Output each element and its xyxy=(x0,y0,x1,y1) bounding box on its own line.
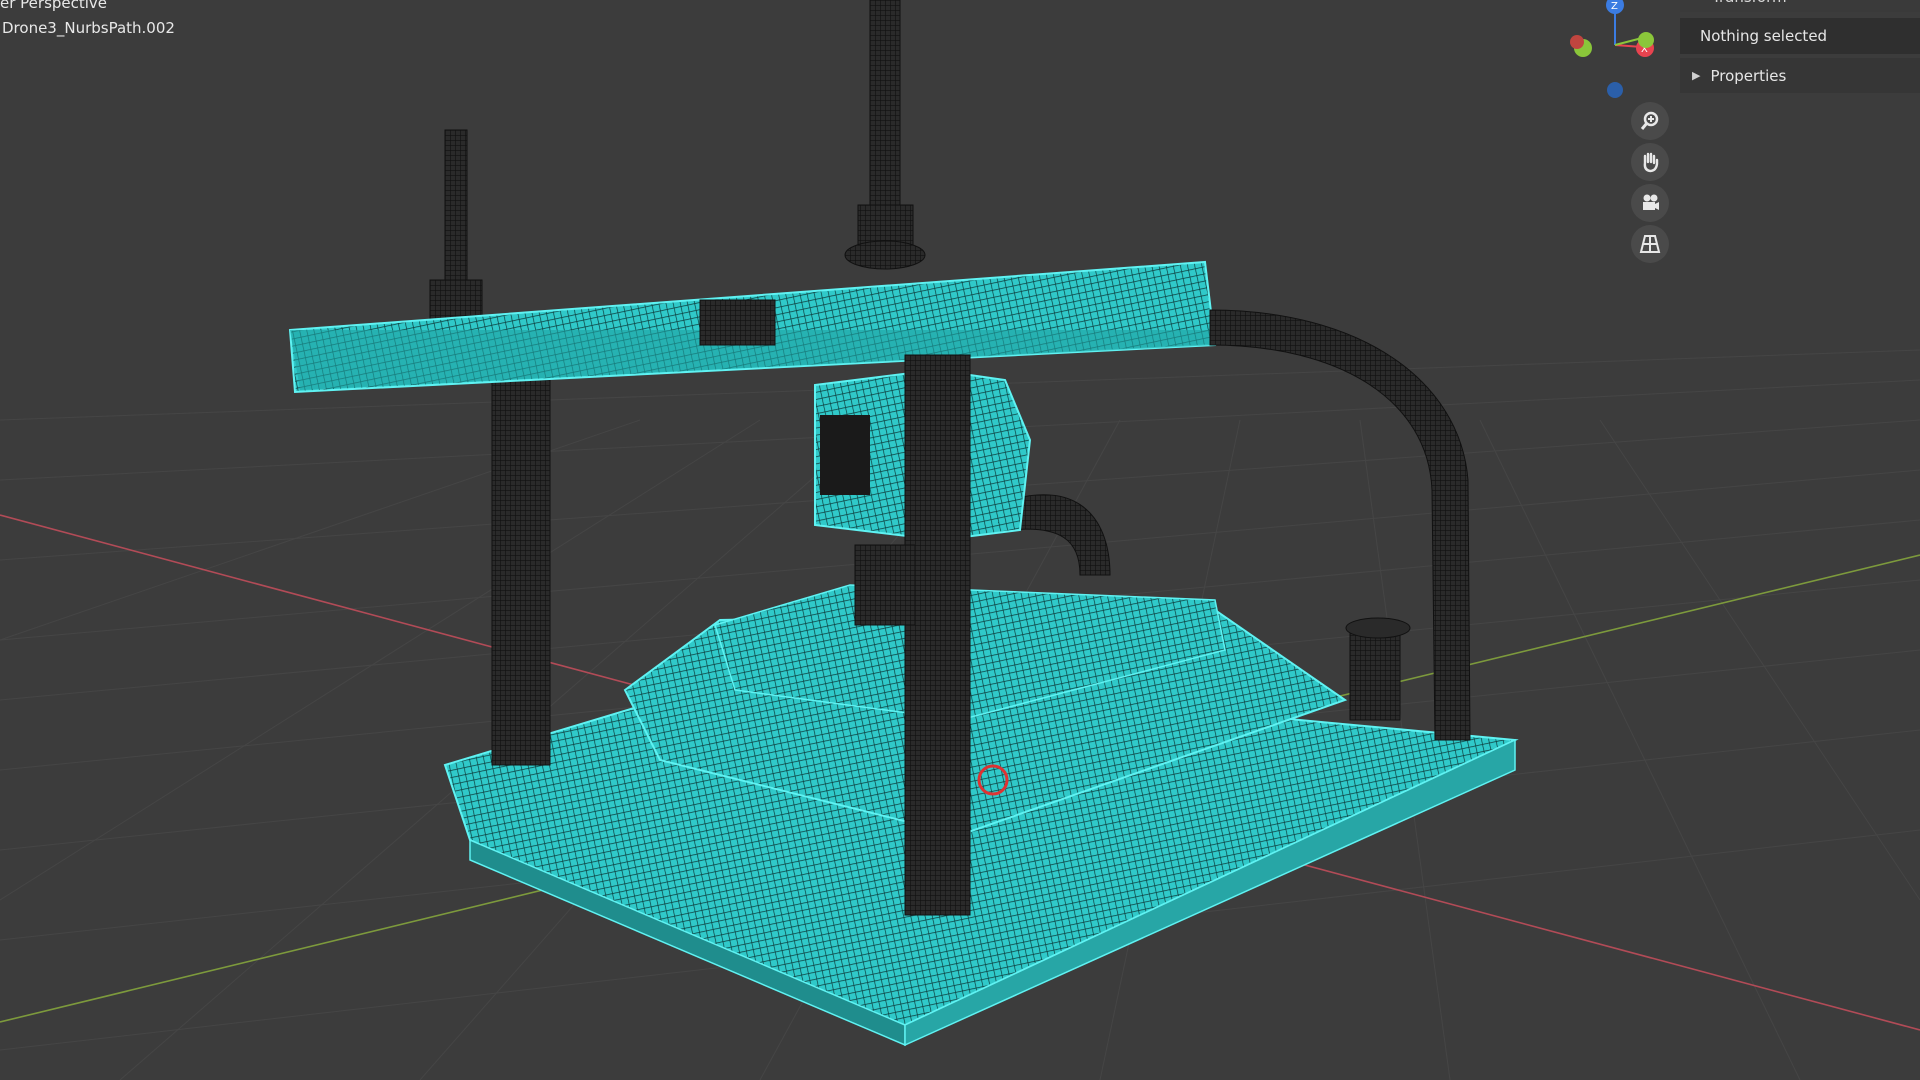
navigation-gizmo[interactable]: Z X xyxy=(1545,0,1665,105)
view-mode-label: er Perspective xyxy=(0,0,108,12)
perspective-toggle-button[interactable] xyxy=(1631,225,1669,263)
sidebar-panel: Transform Nothing selected ▶ Properties xyxy=(1680,0,1920,95)
camera-icon xyxy=(1643,194,1659,210)
camera-view-button[interactable] xyxy=(1631,184,1669,222)
neg-x-axis-handle[interactable] xyxy=(1570,35,1584,49)
properties-panel-header[interactable]: ▶ Properties xyxy=(1680,58,1920,93)
neg-z-axis-handle[interactable] xyxy=(1607,82,1623,98)
zoom-button[interactable] xyxy=(1631,102,1669,140)
y-axis-handle[interactable] xyxy=(1638,32,1654,48)
pan-button[interactable] xyxy=(1631,143,1669,181)
sidebar-tab-title[interactable]: Transform xyxy=(1680,0,1920,12)
zoom-icon xyxy=(1640,111,1659,130)
properties-label: Properties xyxy=(1710,66,1787,85)
grid-perspective-icon xyxy=(1639,235,1661,253)
disclosure-triangle-icon[interactable]: ▶ xyxy=(1692,69,1700,82)
active-object-label: Drone3_NurbsPath.002 xyxy=(2,19,175,37)
selection-status: Nothing selected xyxy=(1680,18,1920,54)
hand-pan-icon xyxy=(1643,152,1659,173)
z-axis-label: Z xyxy=(1611,1,1618,12)
